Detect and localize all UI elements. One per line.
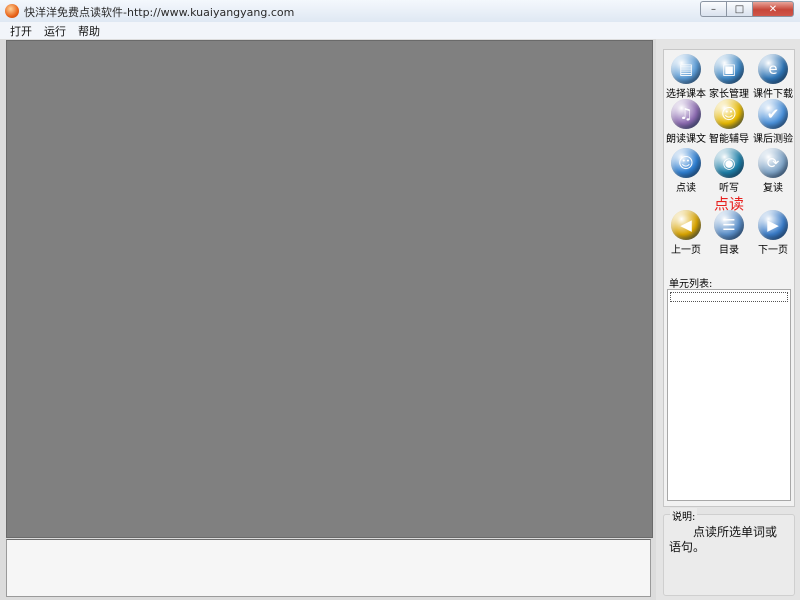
window-controls: – □ ✕: [700, 1, 794, 17]
folder-manage-icon: ▣: [714, 54, 744, 84]
tool-label: 智能辅导: [709, 134, 749, 145]
close-button[interactable]: ✕: [752, 1, 794, 17]
tool-smart-tutor-button[interactable]: ☺ 智能辅导: [707, 99, 751, 145]
description-legend: 说明:: [670, 508, 698, 523]
unit-list-item[interactable]: [670, 292, 788, 302]
bottom-text-box[interactable]: [6, 539, 651, 597]
tool-contents-button[interactable]: ☰ 目录: [707, 210, 751, 256]
tool-label: 朗读课文: [666, 134, 706, 145]
tool-label: 目录: [719, 245, 739, 256]
unit-list[interactable]: [667, 289, 791, 501]
tool-point-read-button[interactable]: ☺ 点读: [664, 148, 708, 194]
book-selection-icon: ▤: [671, 54, 701, 84]
tool-previous-page-button[interactable]: ◀ 上一页: [664, 210, 708, 256]
tool-panel: 点读 单元列表: ▤ 选择课本 ▣ 家长管理 e 课件下载 ♫ 朗读课文 ☺ 智能辅导 ✔ 课后测验 ☺…: [663, 49, 795, 507]
next-page-icon: ▶: [758, 210, 788, 240]
tool-label: 家长管理: [709, 89, 749, 100]
dictation-globe-icon: ◉: [714, 148, 744, 178]
tool-repeat-read-button[interactable]: ⟳ 复读: [751, 148, 795, 194]
tool-book-selection-button[interactable]: ▤ 选择课本: [664, 54, 708, 100]
tool-label: 选择课本: [666, 89, 706, 100]
tool-label: 复读: [763, 183, 783, 194]
description-box: 说明: 点读所选单词或语句。: [663, 508, 795, 596]
page-viewer[interactable]: [6, 40, 653, 538]
title-bar: 快洋洋免费点读软件-http://www.kuaiyangyang.com – …: [0, 0, 800, 23]
tool-label: 上一页: [671, 245, 701, 256]
point-read-icon: ☺: [671, 148, 701, 178]
tool-label: 课件下载: [753, 89, 793, 100]
window-title: 快洋洋免费点读软件-http://www.kuaiyangyang.com: [24, 6, 295, 19]
smart-tutor-icon: ☺: [714, 99, 744, 129]
minimize-button[interactable]: –: [700, 1, 726, 17]
menu-run[interactable]: 运行: [44, 23, 66, 39]
tool-next-page-button[interactable]: ▶ 下一页: [751, 210, 795, 256]
tool-dictation-globe-button[interactable]: ◉ 听写: [707, 148, 751, 194]
menu-bar: 打开 运行 帮助: [0, 22, 800, 40]
tool-folder-manage-button[interactable]: ▣ 家长管理: [707, 54, 751, 100]
repeat-read-icon: ⟳: [758, 148, 788, 178]
menu-open[interactable]: 打开: [10, 23, 32, 39]
tool-label: 下一页: [758, 245, 788, 256]
main-area: [0, 39, 658, 600]
quiz-icon: ✔: [758, 99, 788, 129]
contents-icon: ☰: [714, 210, 744, 240]
tool-label: 课后测验: [753, 134, 793, 145]
previous-page-icon: ◀: [671, 210, 701, 240]
tool-label: 听写: [719, 183, 739, 194]
menu-help[interactable]: 帮助: [78, 23, 100, 39]
ie-download-icon: e: [758, 54, 788, 84]
unit-list-label: 单元列表:: [669, 279, 713, 290]
maximize-button[interactable]: □: [726, 1, 752, 17]
tool-music-read-button[interactable]: ♫ 朗读课文: [664, 99, 708, 145]
app-heart-icon: [5, 4, 19, 18]
tool-quiz-button[interactable]: ✔ 课后测验: [751, 99, 795, 145]
music-read-icon: ♫: [671, 99, 701, 129]
tool-label: 点读: [676, 183, 696, 194]
right-sidebar: 点读 单元列表: ▤ 选择课本 ▣ 家长管理 e 课件下载 ♫ 朗读课文 ☺ 智能辅导 ✔ 课后测验 ☺…: [656, 39, 800, 600]
description-text: 点读所选单词或语句。: [669, 525, 778, 554]
tool-ie-download-button[interactable]: e 课件下载: [751, 54, 795, 100]
